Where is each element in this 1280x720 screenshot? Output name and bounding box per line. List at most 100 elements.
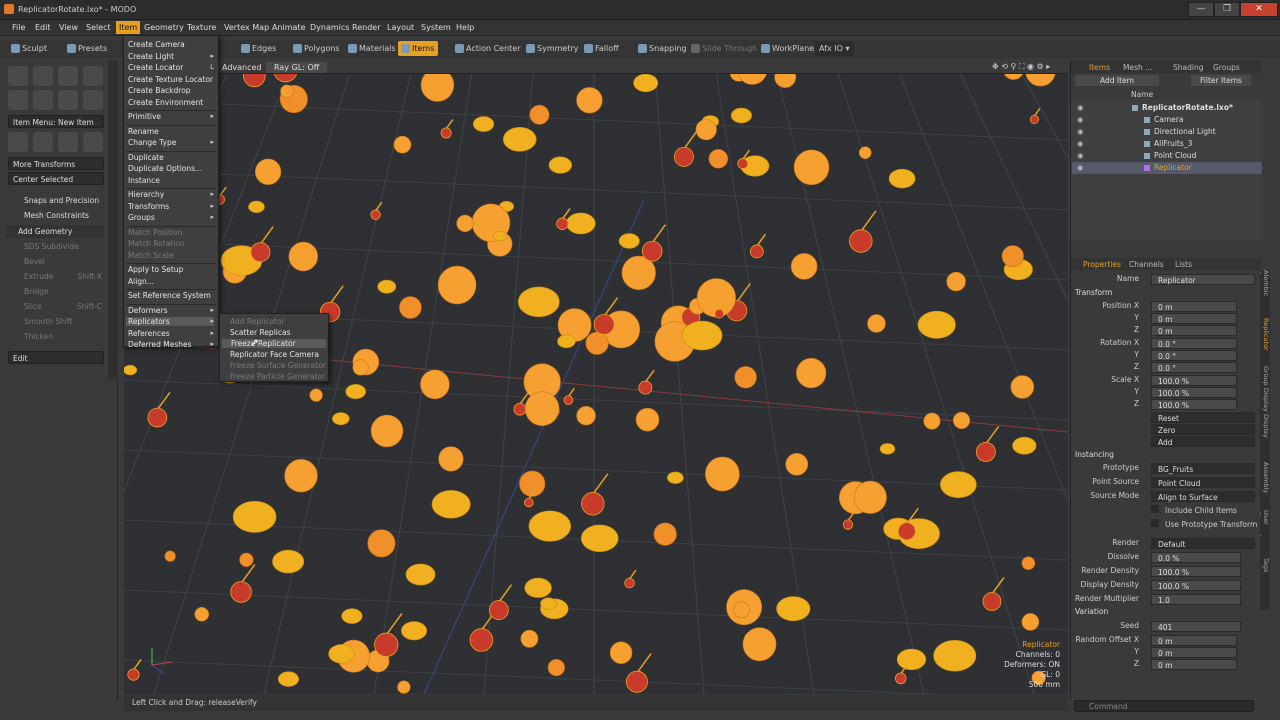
menu-system[interactable]: System (421, 23, 451, 32)
menu-texture[interactable]: Texture (187, 23, 216, 32)
transform-tool-icon[interactable] (83, 132, 103, 152)
visibility-eye-icon[interactable]: ◉ (1077, 114, 1084, 126)
side-tab[interactable]: User Channels (1260, 510, 1270, 556)
replicators-menu-scatter-replicas[interactable]: Scatter Replicas (230, 328, 291, 337)
item-menu-set-reference-system[interactable]: Set Reference System (128, 291, 216, 300)
render-multiplier-field[interactable]: 1.0 (1151, 594, 1241, 605)
command-input[interactable]: Command (1074, 700, 1254, 712)
torus-tool-icon[interactable] (8, 90, 28, 110)
bridge-button[interactable]: Bridge (8, 285, 104, 298)
scale-y-field[interactable]: 100.0 % (1151, 387, 1237, 398)
render-dropdown[interactable]: Default (1151, 538, 1255, 549)
name-field[interactable]: Replicator (1151, 274, 1255, 285)
afx-dropdown[interactable]: Afx IO ▾ (815, 41, 854, 56)
menu-animate[interactable]: Animate (272, 23, 306, 32)
rotation-z-field[interactable]: 0.0 ° (1151, 362, 1237, 373)
scale-z-field[interactable]: 100.0 % (1151, 399, 1237, 410)
materials-button[interactable]: Materials (345, 41, 400, 56)
cube-tool-icon[interactable] (8, 66, 28, 86)
move-tool-icon[interactable] (8, 132, 28, 152)
menu-dynamics[interactable]: Dynamics (310, 23, 349, 32)
rotate-tool-icon[interactable] (33, 132, 53, 152)
side-tab[interactable]: Display (1260, 414, 1270, 460)
sds-subdivide-button[interactable]: SDS Subdivide (8, 240, 104, 253)
rotation-y-field[interactable]: 0.0 ° (1151, 350, 1237, 361)
position-x-field[interactable]: 0 m (1151, 301, 1237, 312)
snapping-button[interactable]: Snapping (635, 41, 691, 56)
item-menu-references[interactable]: References (128, 329, 216, 338)
menu-render[interactable]: Render (352, 23, 380, 32)
edges-button[interactable]: Edges (238, 41, 280, 56)
random-offset-x-field[interactable]: 0 m (1151, 635, 1237, 646)
scale-x-field[interactable]: 100.0 % (1151, 375, 1237, 386)
cylinder-tool-icon[interactable] (58, 66, 78, 86)
edit-dropdown[interactable]: Edit (8, 351, 104, 364)
item-menu-create-camera[interactable]: Create Camera (128, 40, 216, 49)
item-menu-match-rotation[interactable]: Match Rotation (128, 239, 216, 248)
random-offset-y-field[interactable]: 0 m (1151, 647, 1237, 658)
visibility-eye-icon[interactable]: ◉ (1077, 102, 1084, 114)
symmetry-button[interactable]: Symmetry (523, 41, 582, 56)
tree-item[interactable]: ◉ AllFruits_3 (1072, 138, 1262, 150)
item-menu-create-locator[interactable]: Create Locator (128, 63, 216, 72)
tab-items[interactable]: Items (1089, 62, 1110, 73)
section-header[interactable]: Instancing (1075, 450, 1114, 459)
include-child-checkbox[interactable]: Include Child Items (1151, 505, 1237, 515)
item-menu-deferred-meshes[interactable]: Deferred Meshes (128, 340, 216, 349)
side-tab[interactable]: Group Display (1260, 366, 1270, 412)
item-menu-create-environment[interactable]: Create Environment (128, 98, 216, 107)
tab-shading[interactable]: Shading (1173, 62, 1203, 73)
polygons-button[interactable]: Polygons (290, 41, 344, 56)
cone-tool-icon[interactable] (83, 66, 103, 86)
center-selected-dropdown[interactable]: Center Selected (8, 172, 104, 185)
item-menu-change-type[interactable]: Change Type (128, 138, 216, 147)
menu-help[interactable]: Help (456, 23, 474, 32)
slide-through-button[interactable]: Slide Through (688, 41, 761, 56)
maximize-button[interactable]: ❐ (1214, 2, 1240, 17)
item-menu-transforms[interactable]: Transforms (128, 202, 216, 211)
sculpt-button[interactable]: Sculpt (8, 41, 51, 56)
menu-select[interactable]: Select (86, 23, 111, 32)
tree-item[interactable]: ◉ Camera (1072, 114, 1262, 126)
tree-item[interactable]: ◉ Directional Light (1072, 126, 1262, 138)
smooth-shift-button[interactable]: Smooth Shift (8, 315, 104, 328)
menu-item[interactable]: Item (116, 21, 141, 34)
menu-vertex-map[interactable]: Vertex Map (224, 23, 269, 32)
visibility-eye-icon[interactable]: ◉ (1077, 126, 1084, 138)
falloff-button[interactable]: Falloff (581, 41, 623, 56)
text-tool-icon[interactable] (83, 90, 103, 110)
replicators-menu-replicator-face-camera[interactable]: Replicator Face Camera (230, 350, 319, 359)
item-menu-groups[interactable]: Groups (128, 213, 216, 222)
position-z-field[interactable]: 0 m (1151, 325, 1237, 336)
tab-channels[interactable]: Channels (1129, 259, 1164, 270)
filter-items-button[interactable]: Filter Items (1191, 75, 1251, 86)
menu-file[interactable]: File (12, 23, 25, 32)
close-button[interactable]: ✕ (1240, 2, 1278, 17)
pen-tool-icon[interactable] (58, 90, 78, 110)
tree-item[interactable]: ◉ ReplicatorRotate.lxo* (1072, 102, 1262, 114)
item-menu-dropdown[interactable]: Item Menu: New Item (8, 115, 104, 128)
item-menu-replicators[interactable]: Replicators (126, 317, 214, 326)
random-offset-z-field[interactable]: 0 m (1151, 659, 1237, 670)
mesh-constraints-button[interactable]: Mesh Constraints (8, 209, 89, 222)
section-header[interactable]: Transform (1075, 288, 1112, 297)
tree-item[interactable]: ◉ Replicator (1072, 162, 1262, 174)
item-menu-align[interactable]: Align... (128, 277, 216, 286)
tab-lists[interactable]: Lists (1175, 259, 1192, 270)
item-menu-create-backdrop[interactable]: Create Backdrop (128, 86, 216, 95)
rotation-x-field[interactable]: 0.0 ° (1151, 338, 1237, 349)
scale-tool-icon[interactable] (58, 132, 78, 152)
visibility-eye-icon[interactable]: ◉ (1077, 150, 1084, 162)
item-menu-apply-to-setup[interactable]: Apply to Setup (128, 265, 216, 274)
display-density-field[interactable]: 100.0 % (1151, 580, 1241, 591)
item-menu-create-texture-locator[interactable]: Create Texture Locator (128, 75, 216, 84)
add-geometry-header[interactable]: Add Geometry (6, 225, 104, 238)
viewport-nav-icons[interactable]: ✥ ⟲ ⚲ ⛶ ◉ ⚙ ▸ (992, 62, 1050, 72)
slice-button[interactable]: Slice Shift-C (8, 300, 104, 313)
side-tab[interactable]: Alembic Curves (1260, 270, 1270, 316)
source-mode-dropdown[interactable]: Align to Surface (1151, 491, 1255, 502)
item-menu-match-position[interactable]: Match Position (128, 228, 216, 237)
item-menu-deformers[interactable]: Deformers (128, 306, 216, 315)
capsule-tool-icon[interactable] (33, 90, 53, 110)
tree-item[interactable]: ◉ Point Cloud (1072, 150, 1262, 162)
